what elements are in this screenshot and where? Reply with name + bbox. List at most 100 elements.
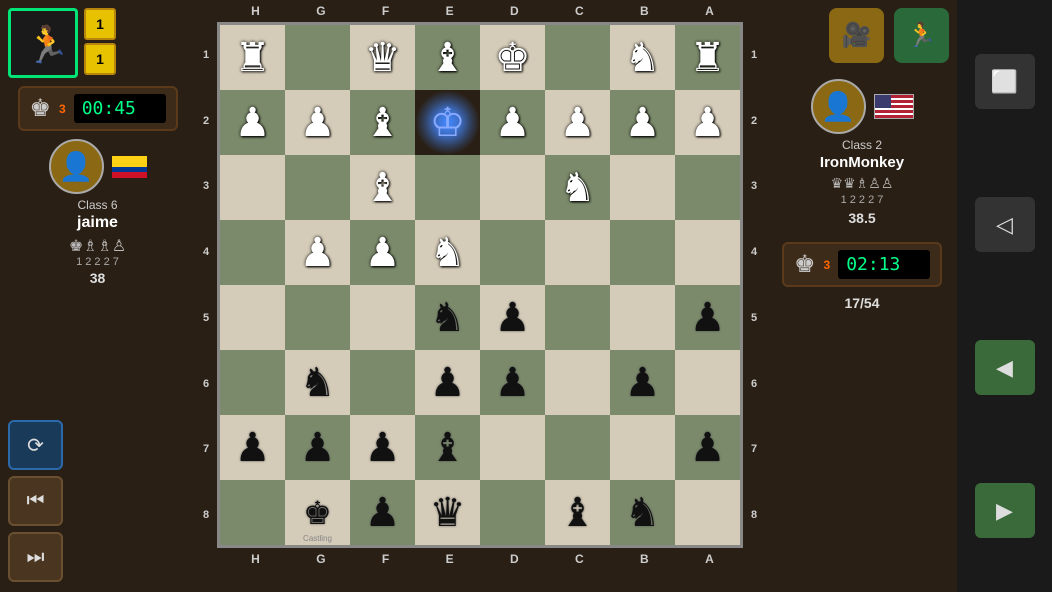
svg-text:🏃: 🏃 — [25, 24, 65, 65]
chess-board[interactable]: ♜ ♛ ♝ ♚ ♞ ♜ ♟ ♟ ♝ ♔ ♟ ♟ ♟ ♟ ♝ ♞ — [217, 22, 743, 548]
timer-num: 3 — [59, 102, 66, 116]
top-icons: 🏃 1 1 — [8, 8, 116, 78]
opp-score: 38.5 — [848, 210, 875, 226]
opponent-avatar: 👤 — [811, 79, 866, 134]
cell-f3[interactable]: ♝ — [350, 155, 415, 220]
cell-b1[interactable]: ♞ — [610, 25, 675, 90]
cell-f5[interactable] — [350, 285, 415, 350]
cell-g8[interactable]: ♚ Castling — [285, 480, 350, 545]
board-wrapper: 1 2 3 4 5 6 7 8 ♜ ♛ ♝ ♚ ♞ ♜ ♟ ♟ ♝ ♔ ♟ ♟ … — [195, 22, 770, 548]
colombia-flag — [112, 156, 147, 178]
cell-c4[interactable] — [545, 220, 610, 285]
cell-h6[interactable] — [220, 350, 285, 415]
cell-a2[interactable]: ♟ — [675, 90, 740, 155]
cell-a4[interactable] — [675, 220, 740, 285]
cell-b3[interactable] — [610, 155, 675, 220]
next-button[interactable]: ▶ — [975, 483, 1035, 538]
cell-h3[interactable] — [220, 155, 285, 220]
cell-d6[interactable]: ♟ — [480, 350, 545, 415]
cell-g5[interactable] — [285, 285, 350, 350]
cell-e1[interactable]: ♝ — [415, 25, 480, 90]
cell-f7[interactable]: ♟ — [350, 415, 415, 480]
player-avatar: 👤 — [49, 139, 104, 194]
cell-f2[interactable]: ♝ — [350, 90, 415, 155]
cell-c8[interactable]: ♝ — [545, 480, 610, 545]
cell-f1[interactable]: ♛ — [350, 25, 415, 90]
cell-g1[interactable] — [285, 25, 350, 90]
cell-b7[interactable] — [610, 415, 675, 480]
cell-d4[interactable] — [480, 220, 545, 285]
forward-button[interactable]: ⏭ — [8, 532, 63, 582]
cell-g2[interactable]: ♟ — [285, 90, 350, 155]
col-labels-top: H G F E D C B A — [195, 0, 770, 22]
hiker-button[interactable]: 🏃 — [894, 8, 949, 63]
opp-class: Class 2 — [842, 138, 882, 152]
cell-a1[interactable]: ♜ — [675, 25, 740, 90]
page-counter: 17/54 — [844, 295, 879, 311]
opp-piece-counts: 1 2 2 2 7 — [841, 194, 884, 206]
back-system-button[interactable]: ◁ — [975, 197, 1035, 252]
cell-c5[interactable] — [545, 285, 610, 350]
cell-c3[interactable]: ♞ — [545, 155, 610, 220]
avatar-flag: 👤 — [49, 139, 147, 194]
cell-d8[interactable] — [480, 480, 545, 545]
rewind-button[interactable]: ⏮ — [8, 476, 63, 526]
prev-button[interactable]: ◀ — [975, 340, 1035, 395]
cell-b6[interactable]: ♟ — [610, 350, 675, 415]
far-right-nav: ⬜ ◁ ◀ ▶ — [957, 0, 1052, 592]
cell-e5[interactable]: ♞ — [415, 285, 480, 350]
camera-button[interactable]: 🎥 — [829, 8, 884, 63]
board-area: H G F E D C B A 1 2 3 4 5 6 7 8 ♜ ♛ ♝ ♚ … — [195, 0, 770, 592]
cell-b8[interactable]: ♞ — [610, 480, 675, 545]
cell-f4[interactable]: ♟ — [350, 220, 415, 285]
cell-c7[interactable] — [545, 415, 610, 480]
cell-e3[interactable] — [415, 155, 480, 220]
king-icon: ♚ — [30, 94, 52, 123]
cell-d1[interactable]: ♚ — [480, 25, 545, 90]
cell-b4[interactable] — [610, 220, 675, 285]
col-labels-bottom: H G F E D C B A — [195, 548, 770, 570]
run-icon-box[interactable]: 🏃 — [8, 8, 78, 78]
cell-h2[interactable]: ♟ — [220, 90, 285, 155]
home-button[interactable]: ⬜ — [975, 54, 1035, 109]
cell-d2[interactable]: ♟ — [480, 90, 545, 155]
replay-button[interactable]: ⟳ — [8, 420, 63, 470]
cell-g4[interactable]: ♟ — [285, 220, 350, 285]
cell-f6[interactable] — [350, 350, 415, 415]
cell-e6[interactable]: ♟ — [415, 350, 480, 415]
cell-h8[interactable] — [220, 480, 285, 545]
cell-a8[interactable] — [675, 480, 740, 545]
cell-f8[interactable]: ♟ — [350, 480, 415, 545]
cell-h5[interactable] — [220, 285, 285, 350]
cell-c1[interactable] — [545, 25, 610, 90]
player-name: jaime — [77, 214, 118, 232]
cell-h1[interactable]: ♜ — [220, 25, 285, 90]
cell-g6[interactable]: ♞ — [285, 350, 350, 415]
cell-c6[interactable] — [545, 350, 610, 415]
cell-a7[interactable]: ♟ — [675, 415, 740, 480]
cell-e4[interactable]: ♞ — [415, 220, 480, 285]
opp-name: IronMonkey — [820, 154, 904, 171]
cell-e7[interactable]: ♝ — [415, 415, 480, 480]
cell-d7[interactable] — [480, 415, 545, 480]
cell-d5[interactable]: ♟ — [480, 285, 545, 350]
opp-timer-num: 3 — [824, 258, 831, 272]
cell-e2[interactable]: ♔ — [415, 90, 480, 155]
cell-e8[interactable]: ♛ — [415, 480, 480, 545]
cell-h4[interactable] — [220, 220, 285, 285]
player-score: 38 — [90, 270, 106, 286]
cell-a3[interactable] — [675, 155, 740, 220]
badge-2: 1 — [84, 43, 116, 75]
cell-g3[interactable] — [285, 155, 350, 220]
opp-avatar-row: 👤 — [811, 79, 914, 134]
cell-a6[interactable] — [675, 350, 740, 415]
run-icon: 🏃 — [21, 21, 65, 65]
opp-captured-pieces: ♛♛♗♙♙ — [831, 175, 894, 192]
cell-g7[interactable]: ♟ — [285, 415, 350, 480]
cell-a5[interactable]: ♟ — [675, 285, 740, 350]
cell-b2[interactable]: ♟ — [610, 90, 675, 155]
cell-c2[interactable]: ♟ — [545, 90, 610, 155]
cell-b5[interactable] — [610, 285, 675, 350]
cell-d3[interactable] — [480, 155, 545, 220]
cell-h7[interactable]: ♟ — [220, 415, 285, 480]
